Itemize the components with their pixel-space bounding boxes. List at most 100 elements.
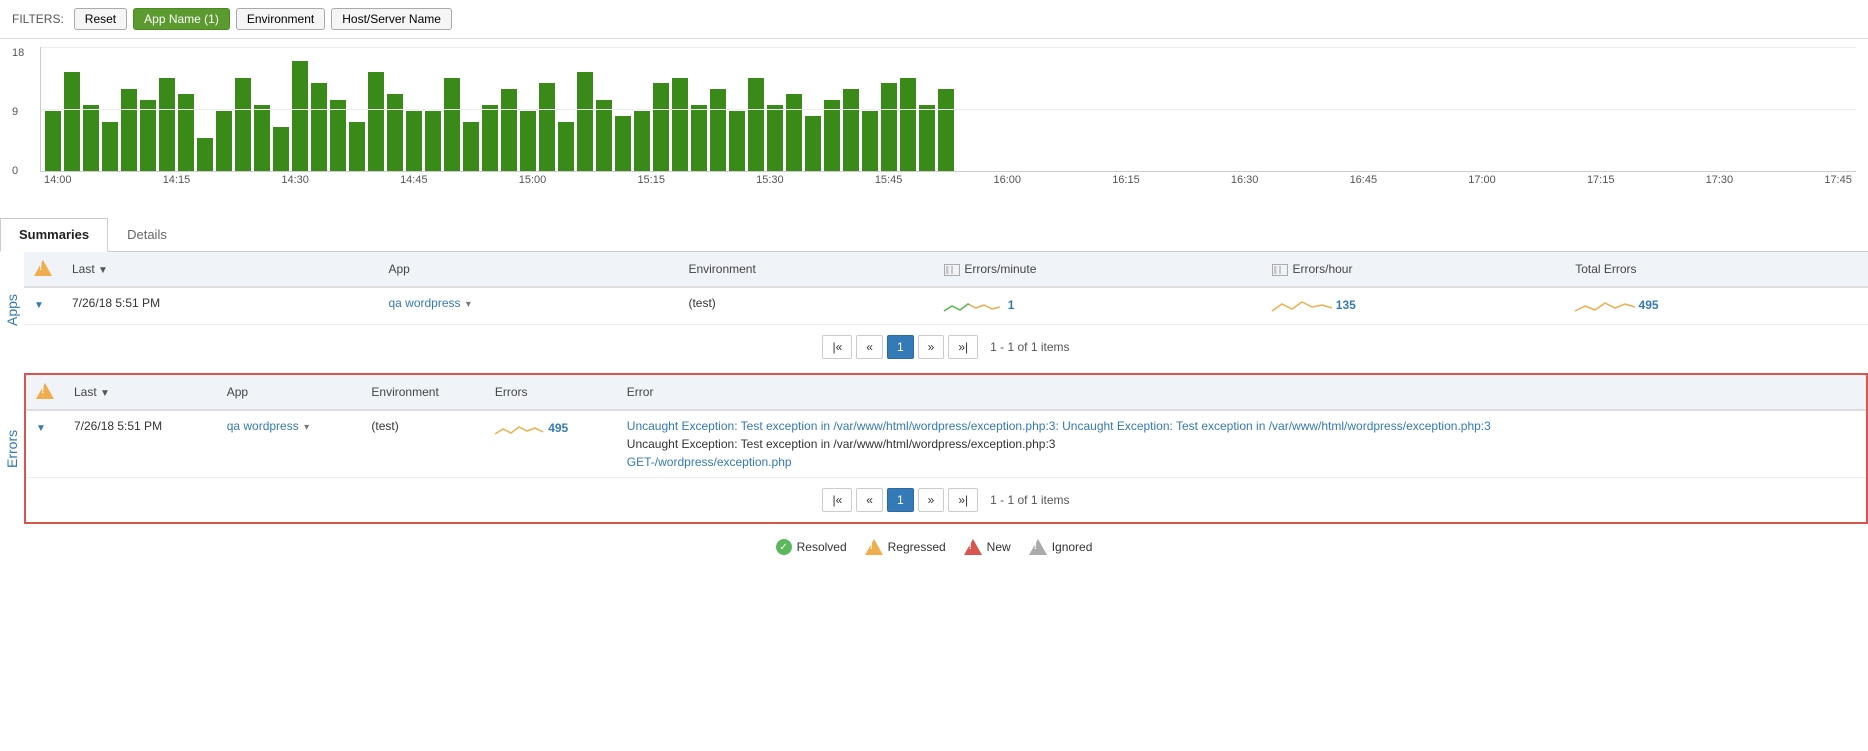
chart-bar (919, 105, 935, 171)
resolved-icon: ✓ (776, 539, 792, 555)
app-name-filter-button[interactable]: App Name (1) (133, 8, 230, 30)
resolved-label: Resolved (797, 540, 847, 554)
errors-col-warning (26, 375, 64, 410)
errors-per-minute-chart-icon (944, 264, 960, 276)
chart-bar (311, 83, 327, 171)
regressed-label: Regressed (888, 540, 946, 554)
chart-bar (64, 72, 80, 171)
errors-row-app-link[interactable]: qa wordpress (227, 419, 299, 433)
x-label-1430: 14:30 (281, 174, 309, 186)
tab-details[interactable]: Details (108, 218, 186, 251)
apps-col-last[interactable]: Last ▼ (62, 252, 378, 287)
filters-label: FILTERS: (12, 12, 64, 26)
host-server-filter-button[interactable]: Host/Server Name (331, 8, 452, 30)
errors-page-current[interactable]: 1 (887, 488, 914, 512)
chart-y-labels: 18 9 0 (12, 47, 24, 177)
errors-row-errors: 495 (485, 410, 617, 478)
chart-bar (900, 78, 916, 172)
apps-row-last: 7/26/18 5:51 PM (62, 287, 378, 325)
errors-section-content: Last ▼ App Environment Errors Error 7/26… (24, 373, 1868, 524)
y-label-18: 18 (12, 47, 24, 59)
filters-bar: FILTERS: Reset App Name (1) Environment … (0, 0, 1868, 39)
tabs: Summaries Details (0, 218, 1868, 252)
errors-chevron-down-icon[interactable] (36, 420, 50, 434)
x-label-1445: 14:45 (400, 174, 428, 186)
errors-col-errors: Errors (485, 375, 617, 410)
apps-page-info: 1 - 1 of 1 items (990, 340, 1069, 354)
errors-row-environment: (test) (361, 410, 484, 478)
environment-filter-button[interactable]: Environment (236, 8, 325, 30)
ignored-label: Ignored (1052, 540, 1093, 554)
apps-section-wrapper: Apps Last ▼ App Environment Errors/m (0, 252, 1868, 369)
errors-row-sparkline (495, 419, 545, 439)
chart-bar (292, 61, 308, 171)
tab-summaries[interactable]: Summaries (0, 218, 108, 252)
chart-bar (45, 111, 61, 172)
errors-per-hour-sparkline (1272, 296, 1332, 316)
chart-bar (140, 100, 156, 172)
legend-regressed: Regressed (865, 538, 946, 556)
chart-bar (121, 89, 137, 172)
x-label-1730: 17:30 (1706, 174, 1734, 186)
x-label-1745: 17:45 (1824, 174, 1852, 186)
errors-warning-icon (36, 382, 54, 400)
chart-bar (463, 122, 479, 172)
errors-col-last[interactable]: Last ▼ (64, 375, 217, 410)
apps-pagination: |« « 1 » »| 1 - 1 of 1 items (24, 325, 1868, 369)
errors-col-app: App (217, 375, 362, 410)
apps-row-errors-per-minute: 1 (934, 287, 1262, 325)
errors-table-row: 7/26/18 5:51 PM qa wordpress ▾ (test) 49… (26, 410, 1866, 478)
chart-bar (273, 127, 289, 171)
errors-page-first[interactable]: |« (822, 488, 852, 512)
errors-page-info: 1 - 1 of 1 items (990, 493, 1069, 507)
apps-page-prev[interactable]: « (856, 335, 883, 359)
chart-bar (178, 94, 194, 171)
apps-page-first[interactable]: |« (822, 335, 852, 359)
errors-page-last[interactable]: »| (948, 488, 978, 512)
errors-row-warning (26, 410, 64, 478)
apps-page-current[interactable]: 1 (887, 335, 914, 359)
apps-row-app-caret[interactable]: ▾ (466, 299, 471, 310)
new-label: New (987, 540, 1011, 554)
total-errors-sparkline (1575, 296, 1635, 316)
apps-row-environment: (test) (678, 287, 934, 325)
errors-row-error-text: Uncaught Exception: Test exception in /v… (627, 437, 1856, 451)
apps-section-label: Apps (0, 252, 24, 369)
chart-bar (862, 111, 878, 172)
chart-bar (767, 105, 783, 171)
apps-page-last[interactable]: »| (948, 335, 978, 359)
reset-filter-button[interactable]: Reset (74, 8, 127, 30)
chart-area: 18 9 0 14:00 14:15 14:30 14:45 15:00 15:… (0, 39, 1868, 214)
errors-row-error-link1[interactable]: Uncaught Exception: Test exception in /v… (627, 419, 1856, 433)
errors-row-app-caret[interactable]: ▾ (304, 422, 309, 433)
apps-row-epm-value: 1 (1008, 298, 1015, 312)
errors-col-error: Error (617, 375, 1866, 410)
x-label-1630: 16:30 (1231, 174, 1259, 186)
errors-row-error-link2[interactable]: GET-/wordpress/exception.php (627, 455, 792, 469)
x-label-1645: 16:45 (1350, 174, 1378, 186)
apps-col-app: App (378, 252, 678, 287)
chart-bar (254, 105, 270, 171)
legend-resolved: ✓ Resolved (776, 539, 847, 555)
chevron-down-icon[interactable] (34, 297, 48, 311)
apps-row-app-link[interactable]: qa wordpress (388, 296, 460, 310)
chart-bar (748, 78, 764, 172)
regressed-icon (865, 538, 883, 556)
chart-bar (634, 111, 650, 172)
apps-col-environment: Environment (678, 252, 934, 287)
legend-ignored: Ignored (1029, 538, 1093, 556)
chart-bars (40, 47, 1856, 172)
chart-bar (482, 105, 498, 171)
x-label-1700: 17:00 (1468, 174, 1496, 186)
chart-bar (691, 105, 707, 171)
errors-page-next[interactable]: » (918, 488, 945, 512)
errors-row-app: qa wordpress ▾ (217, 410, 362, 478)
errors-row-error-detail: Uncaught Exception: Test exception in /v… (617, 410, 1866, 478)
chart-bar (577, 72, 593, 171)
apps-row-errors-per-hour: 135 (1262, 287, 1565, 325)
apps-page-next[interactable]: » (918, 335, 945, 359)
errors-page-prev[interactable]: « (856, 488, 883, 512)
chart-bar (349, 122, 365, 172)
errors-sort-arrow-icon: ▼ (100, 388, 110, 399)
apps-table-row: 7/26/18 5:51 PM qa wordpress ▾ (test) 1 (24, 287, 1868, 325)
